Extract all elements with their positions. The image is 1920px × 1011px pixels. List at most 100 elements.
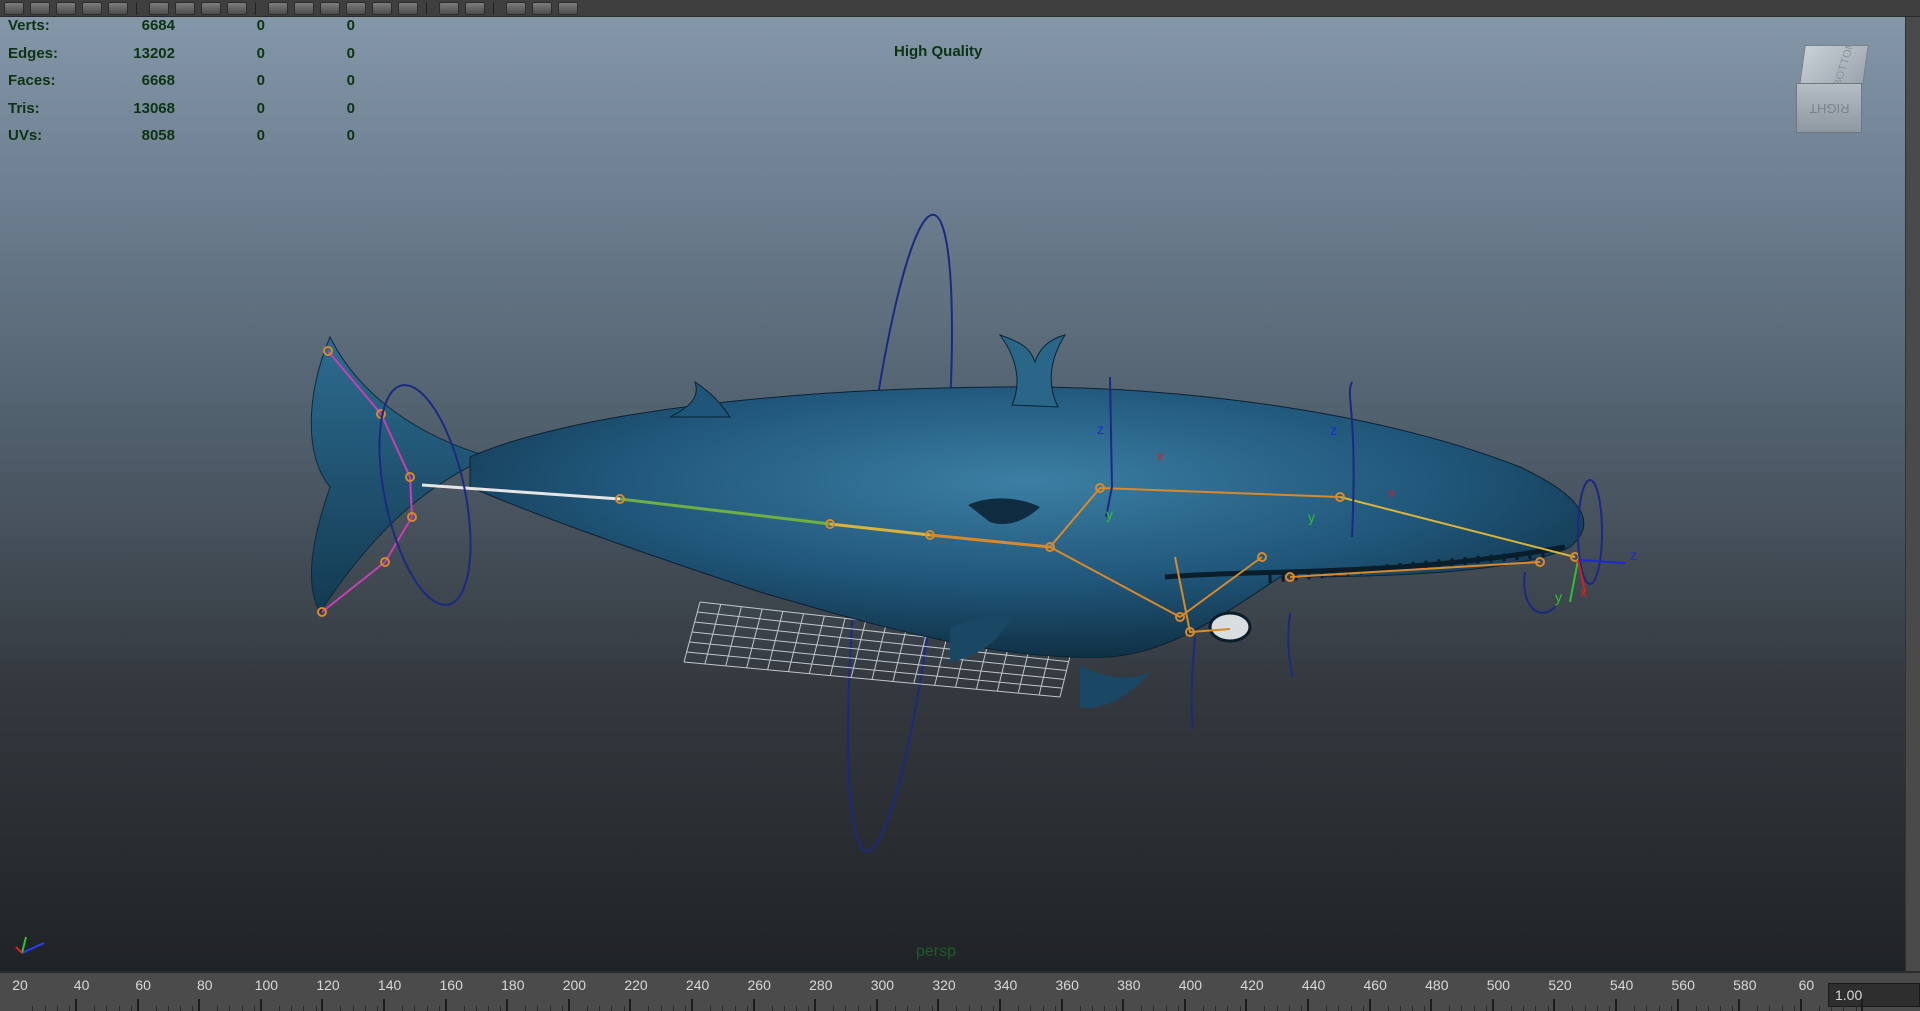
timeline-tick-label: 480 xyxy=(1425,977,1449,993)
timeline-tick-label: 360 xyxy=(1055,977,1079,993)
timeline-tick-label: 20 xyxy=(12,977,28,993)
timeline-minor-tick xyxy=(537,1006,539,1011)
timeline-minor-tick xyxy=(278,1006,280,1011)
world-axis-indicator xyxy=(15,936,45,954)
timeline-minor-tick xyxy=(845,1006,847,1011)
timeline-tick-label: 200 xyxy=(562,977,587,993)
timeline-minor-tick xyxy=(1424,1006,1426,1011)
grid-icon[interactable] xyxy=(175,1,195,15)
timeline-minor-tick xyxy=(672,1006,674,1011)
isolate-icon[interactable] xyxy=(465,1,485,15)
timeline-major-tick xyxy=(1430,999,1433,1011)
timeline-minor-tick xyxy=(1670,1006,1672,1011)
toolbar-separator xyxy=(493,1,494,15)
timeline-minor-tick xyxy=(32,1006,34,1011)
timeline-minor-tick xyxy=(364,1006,366,1011)
time-slider[interactable]: 1.00 20 40 60 80 100 120 140 160 180 200 220 240 260… xyxy=(0,972,1920,1011)
timeline-minor-tick xyxy=(130,1006,132,1011)
resolution-gate-icon[interactable] xyxy=(227,1,247,15)
timeline-minor-tick xyxy=(118,1006,120,1011)
lighting-icon[interactable] xyxy=(372,1,392,15)
timeline-tick-label: 340 xyxy=(993,977,1018,993)
timeline-major-tick xyxy=(814,999,817,1011)
timeline-minor-tick xyxy=(783,1006,785,1011)
shelf-toolbar xyxy=(0,0,1920,17)
toolbar-separator xyxy=(136,1,137,15)
timeline-minor-tick xyxy=(377,1006,379,1011)
timeline-minor-tick xyxy=(1030,1006,1032,1011)
timeline-major-tick xyxy=(1861,999,1864,1011)
svg-text:y: y xyxy=(1555,589,1562,605)
timeline-minor-tick xyxy=(44,1006,46,1011)
timeline-minor-tick xyxy=(1461,1006,1463,1011)
timeline-major-tick xyxy=(1368,999,1371,1011)
camera-icon[interactable] xyxy=(506,1,526,15)
timeline-minor-tick xyxy=(709,1006,711,1011)
timeline-minor-tick xyxy=(771,1006,773,1011)
textured-icon[interactable] xyxy=(346,1,366,15)
ipr-icon[interactable] xyxy=(82,1,102,15)
lasso-icon[interactable] xyxy=(30,1,50,15)
timeline-major-tick xyxy=(506,999,509,1011)
select-icon[interactable] xyxy=(4,1,24,15)
timeline-major-tick xyxy=(75,999,77,1011)
timeline-minor-tick xyxy=(1412,1006,1414,1011)
timeline-minor-tick xyxy=(562,1006,563,1011)
wireframe-icon[interactable] xyxy=(294,1,314,15)
snapshot-icon[interactable] xyxy=(108,1,128,15)
timeline-tick-label: 300 xyxy=(870,977,895,993)
neck-axis-y: y xyxy=(1106,506,1113,522)
snout-control-curve[interactable] xyxy=(1523,571,1556,614)
timeline-minor-tick xyxy=(722,1006,724,1011)
timeline-minor-tick xyxy=(1843,1006,1845,1011)
timeline-minor-tick xyxy=(1633,1006,1635,1011)
xray-icon[interactable] xyxy=(439,1,459,15)
head-axis-x: x xyxy=(1157,448,1164,463)
timeline-minor-tick xyxy=(746,1006,748,1011)
lower-fin xyxy=(1080,665,1150,708)
timeline-minor-tick xyxy=(1757,1006,1759,1011)
timeline-tick-label: 440 xyxy=(1301,977,1326,993)
timeline-minor-tick xyxy=(1091,1006,1093,1011)
timeline-tick-label: 40 xyxy=(73,977,90,993)
timeline-minor-tick xyxy=(1473,1006,1475,1011)
timeline-minor-tick xyxy=(1831,1006,1832,1011)
timeline-major-tick xyxy=(1122,999,1125,1011)
timeline-minor-tick xyxy=(254,1006,255,1011)
timeline-minor-tick xyxy=(796,1006,798,1011)
timeline-minor-tick xyxy=(1288,1006,1290,1011)
timeline-tick-label: 280 xyxy=(809,977,833,993)
timeline-minor-tick xyxy=(1707,1006,1709,1011)
dorsal-fin xyxy=(669,380,731,418)
chin-control-curve[interactable] xyxy=(1287,612,1293,678)
smooth-shade-icon[interactable] xyxy=(320,1,340,15)
timeline-minor-tick xyxy=(660,1006,662,1011)
render-icon[interactable] xyxy=(56,1,76,15)
timeline-major-tick xyxy=(198,999,201,1011)
timeline-minor-tick xyxy=(1362,1006,1364,1011)
timeline-minor-tick xyxy=(1609,1006,1611,1011)
display-icon[interactable] xyxy=(532,1,552,15)
film-gate-icon[interactable] xyxy=(201,1,221,15)
timeline-major-tick xyxy=(629,999,632,1011)
timeline-minor-tick xyxy=(980,1006,982,1011)
eye xyxy=(1208,611,1252,643)
safe-action-icon[interactable] xyxy=(268,1,288,15)
timeline-minor-tick xyxy=(931,1006,933,1011)
timeline-minor-tick xyxy=(340,1006,342,1011)
jaw-control-curve[interactable] xyxy=(1190,636,1196,730)
timeline-minor-tick xyxy=(1325,1006,1327,1011)
shadows-icon[interactable] xyxy=(398,1,418,15)
timeline-minor-tick xyxy=(870,1006,871,1011)
timeline-major-tick xyxy=(136,999,139,1011)
hypershade-icon[interactable] xyxy=(149,1,169,15)
timeline-minor-tick xyxy=(93,1006,95,1011)
current-frame-field[interactable]: 1.00 xyxy=(1828,983,1920,1007)
timeline-minor-tick xyxy=(303,1006,305,1011)
timeline-major-tick xyxy=(444,999,447,1011)
timeline-tick-label: 220 xyxy=(624,977,648,993)
timeline-tick-label: 160 xyxy=(439,977,463,993)
viewport-persp[interactable]: Verts: 6684 0 0 Edges: 13202 0 0 Faces: 6668 0 0 Tri… xyxy=(0,17,1905,971)
tools-icon[interactable] xyxy=(558,1,578,15)
timeline-minor-tick xyxy=(1523,1006,1524,1011)
